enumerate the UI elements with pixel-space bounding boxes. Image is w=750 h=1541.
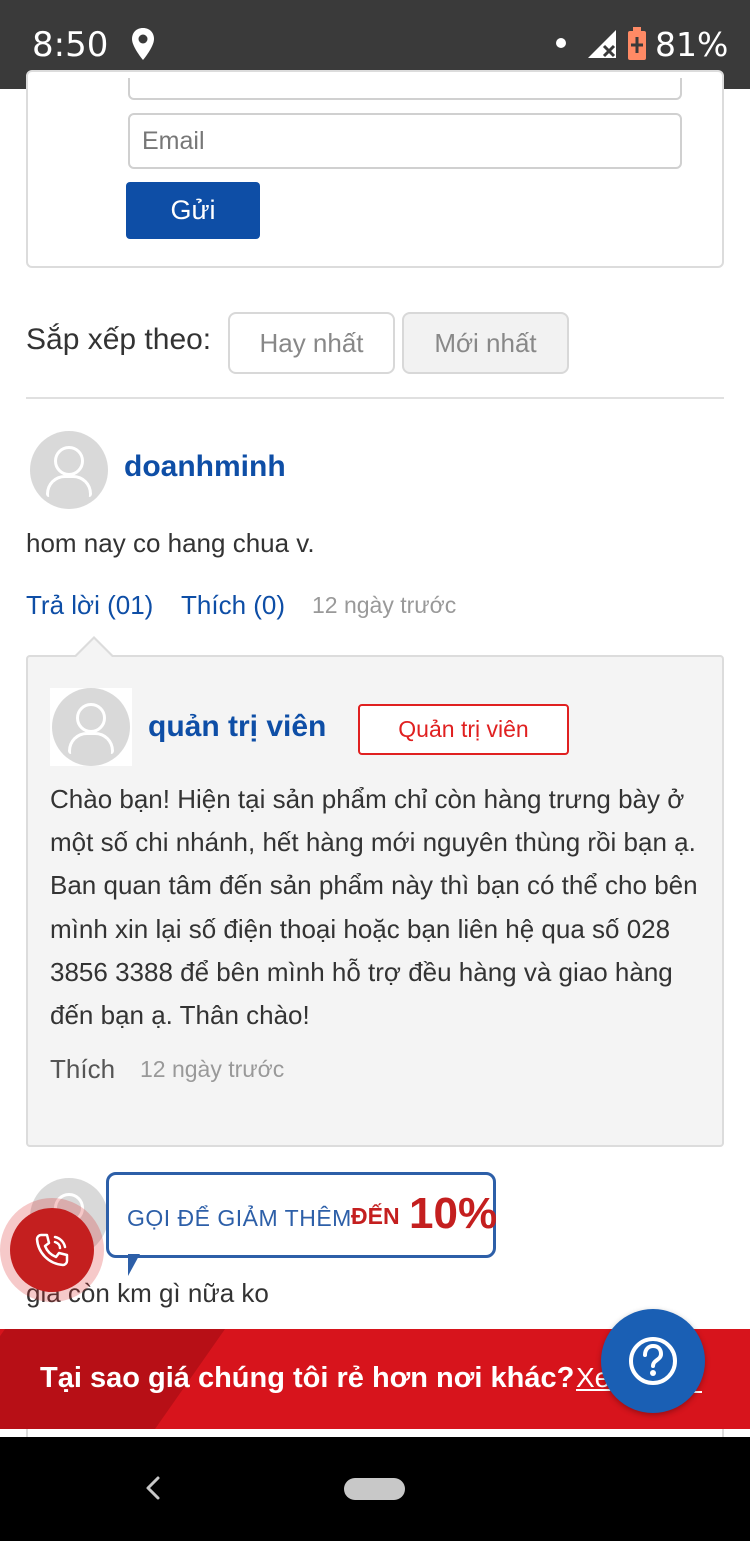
- reply-username[interactable]: quản trị viên: [148, 710, 326, 744]
- navigation-bar: [0, 1437, 750, 1541]
- name-field[interactable]: [128, 78, 682, 100]
- avatar: [30, 431, 108, 509]
- avatar: [52, 688, 130, 766]
- battery-charging-icon: [628, 27, 646, 60]
- promo-highlight: ĐẾN: [351, 1203, 400, 1229]
- banner-text: Tại sao giá chúng tôi rẻ hơn nơi khác?: [40, 1362, 575, 1394]
- signal-icon: [588, 30, 616, 58]
- back-icon[interactable]: [143, 1475, 163, 1501]
- comment-form: Email Gửi: [26, 70, 724, 268]
- email-field[interactable]: Email: [128, 113, 682, 169]
- comment-username[interactable]: doanhminh: [124, 450, 286, 484]
- call-button[interactable]: [10, 1208, 94, 1292]
- like-link[interactable]: Thích (0): [181, 590, 285, 621]
- reply-time: 12 ngày trước: [140, 1056, 285, 1082]
- promo-text: GỌI ĐỂ GIẢM THÊM: [127, 1205, 352, 1231]
- comment-text: hom nay co hang chua v.: [26, 528, 315, 558]
- sort-newest-button[interactable]: Mới nhất: [402, 312, 569, 374]
- send-button[interactable]: Gửi: [126, 182, 260, 239]
- status-time: 8:50: [32, 25, 109, 65]
- divider: [26, 397, 724, 399]
- question-icon: [629, 1337, 677, 1385]
- promo-discount: 10%: [409, 1189, 498, 1238]
- call-promo-bubble[interactable]: GỌI ĐỂ GIẢM THÊM ĐẾN 10%: [106, 1172, 498, 1258]
- reply-text: Chào bạn! Hiện tại sản phẩm chỉ còn hàng…: [50, 784, 698, 1031]
- location-icon: [132, 28, 154, 60]
- battery-percent: 81%: [655, 25, 729, 64]
- reply-link[interactable]: Trả lời (01): [26, 590, 153, 621]
- reply-like-link[interactable]: Thích: [50, 1054, 115, 1085]
- promo-bubble-tail: [128, 1254, 152, 1276]
- home-pill-icon[interactable]: [344, 1478, 405, 1500]
- comment-time: 12 ngày trước: [312, 592, 457, 618]
- sort-label: Sắp xếp theo:: [26, 323, 212, 356]
- help-button[interactable]: [601, 1309, 705, 1413]
- admin-badge: Quản trị viên: [358, 704, 569, 755]
- admin-avatar-frame: [50, 688, 132, 766]
- sort-best-button[interactable]: Hay nhất: [228, 312, 395, 374]
- notification-dot-icon: [556, 38, 566, 48]
- phone-icon: [35, 1233, 69, 1267]
